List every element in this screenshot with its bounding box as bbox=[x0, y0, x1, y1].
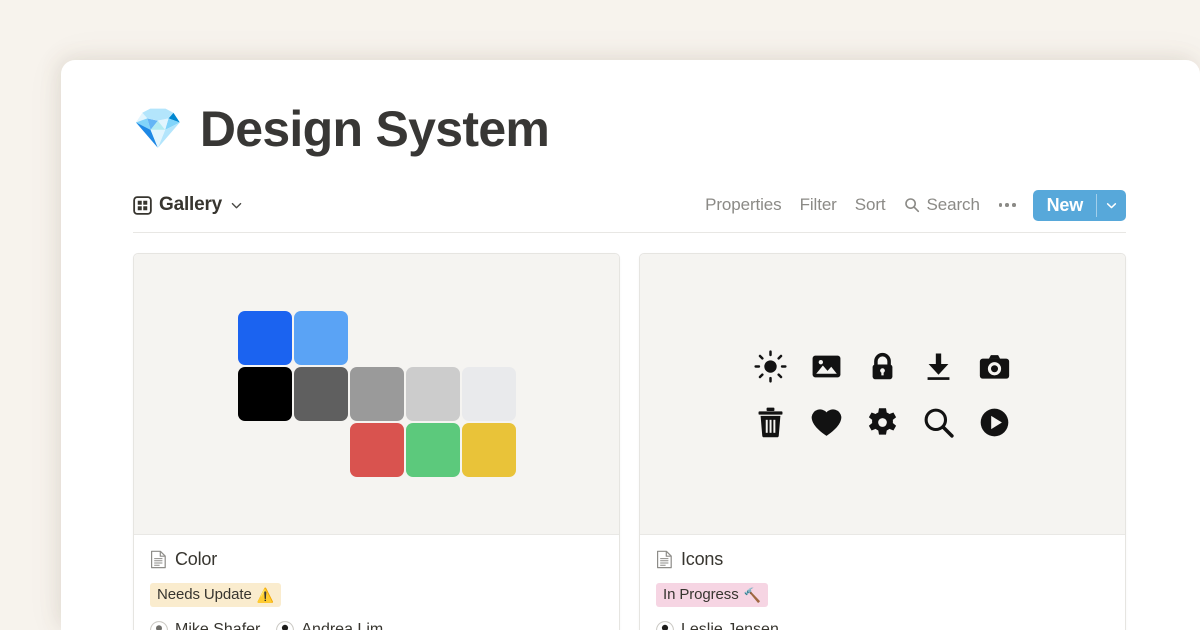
dot bbox=[1012, 203, 1016, 207]
card-title: Icons bbox=[681, 549, 723, 570]
color-swatch bbox=[462, 367, 516, 421]
status-badge[interactable]: In Progress 🔨 bbox=[656, 583, 768, 607]
color-swatch bbox=[350, 423, 404, 477]
properties-button[interactable]: Properties bbox=[696, 191, 790, 219]
page-content: 💎 Design System Gallery bbox=[133, 60, 1126, 630]
heart-icon bbox=[810, 406, 843, 439]
card-title-row: Color bbox=[150, 549, 603, 570]
gear-settings-icon bbox=[866, 406, 899, 439]
download-icon bbox=[922, 350, 955, 383]
toolbar-actions: Properties Filter Sort Search bbox=[696, 190, 1126, 221]
avatar bbox=[656, 621, 674, 630]
lock-icon bbox=[866, 350, 899, 383]
color-swatch-grid bbox=[238, 311, 516, 477]
status-badge-label: In Progress bbox=[663, 586, 739, 603]
card-people: Mike Shafer Andrea L bbox=[150, 621, 603, 630]
color-swatch-empty bbox=[350, 311, 404, 365]
color-swatch bbox=[406, 423, 460, 477]
search-label: Search bbox=[927, 195, 980, 215]
more-options-button[interactable] bbox=[989, 199, 1027, 211]
color-swatch bbox=[238, 311, 292, 365]
database-toolbar: Gallery Properties Filter Sort bbox=[133, 184, 1126, 226]
sort-button[interactable]: Sort bbox=[846, 191, 895, 219]
color-swatch-empty bbox=[238, 423, 292, 477]
gallery-grid-icon bbox=[133, 196, 152, 215]
page-icon-diamond-emoji[interactable]: 💎 bbox=[133, 109, 183, 149]
avatar bbox=[150, 621, 168, 630]
color-swatch bbox=[406, 367, 460, 421]
new-button[interactable]: New bbox=[1033, 190, 1096, 221]
person-name: Mike Shafer bbox=[175, 621, 260, 630]
view-selector[interactable]: Gallery bbox=[133, 194, 243, 216]
avatar bbox=[276, 621, 294, 630]
hammer-emoji-icon: 🔨 bbox=[744, 588, 761, 602]
page-title: 💎 Design System bbox=[133, 96, 1126, 162]
new-button-group[interactable]: New bbox=[1033, 190, 1126, 221]
color-swatch bbox=[350, 367, 404, 421]
gallery-card-color[interactable]: Color Needs Update ⚠️ bbox=[133, 253, 620, 630]
image-photo-icon bbox=[810, 350, 843, 383]
color-swatch-empty bbox=[294, 423, 348, 477]
card-people: Leslie Jensen bbox=[656, 621, 1109, 630]
card-preview-icon-set bbox=[640, 254, 1125, 535]
filter-button[interactable]: Filter bbox=[791, 191, 846, 219]
person-name: Leslie Jensen bbox=[681, 621, 779, 630]
app-window: 💎 Design System Gallery bbox=[61, 60, 1200, 630]
status-badge[interactable]: Needs Update ⚠️ bbox=[150, 583, 281, 607]
page-document-icon bbox=[150, 550, 167, 569]
page-document-icon bbox=[656, 550, 673, 569]
color-swatch-empty bbox=[462, 311, 516, 365]
brightness-sun-icon bbox=[754, 350, 787, 383]
color-swatch bbox=[294, 311, 348, 365]
color-swatch-empty bbox=[406, 311, 460, 365]
gallery-card-icons[interactable]: Icons In Progress 🔨 bbox=[639, 253, 1126, 630]
person[interactable]: Mike Shafer bbox=[150, 621, 260, 630]
chevron-down-icon bbox=[229, 199, 243, 212]
chevron-down-icon bbox=[1105, 199, 1118, 212]
card-preview-color-swatches bbox=[134, 254, 619, 535]
dot bbox=[999, 203, 1003, 207]
search-icon bbox=[904, 197, 920, 213]
view-name-label: Gallery bbox=[159, 194, 222, 216]
color-swatch bbox=[462, 423, 516, 477]
search-magnifier-icon bbox=[922, 406, 955, 439]
dot bbox=[1005, 203, 1009, 207]
person[interactable]: Andrea Lim bbox=[276, 621, 383, 630]
color-swatch bbox=[238, 367, 292, 421]
camera-icon bbox=[978, 350, 1011, 383]
toolbar-divider bbox=[133, 232, 1126, 233]
gallery-view: Color Needs Update ⚠️ bbox=[133, 253, 1126, 630]
color-swatch bbox=[294, 367, 348, 421]
warning-emoji-icon: ⚠️ bbox=[257, 588, 274, 602]
card-body: Color Needs Update ⚠️ bbox=[134, 535, 619, 630]
card-title-row: Icons bbox=[656, 549, 1109, 570]
play-circle-icon bbox=[978, 406, 1011, 439]
card-body: Icons In Progress 🔨 bbox=[640, 535, 1125, 630]
person-name: Andrea Lim bbox=[301, 621, 383, 630]
person[interactable]: Leslie Jensen bbox=[656, 621, 779, 630]
search-button[interactable]: Search bbox=[895, 191, 989, 219]
page-title-text[interactable]: Design System bbox=[200, 104, 549, 154]
card-title: Color bbox=[175, 549, 217, 570]
trash-icon bbox=[754, 406, 787, 439]
icon-set-grid bbox=[743, 338, 1023, 450]
status-badge-label: Needs Update bbox=[157, 586, 252, 603]
new-button-dropdown[interactable] bbox=[1097, 190, 1126, 221]
